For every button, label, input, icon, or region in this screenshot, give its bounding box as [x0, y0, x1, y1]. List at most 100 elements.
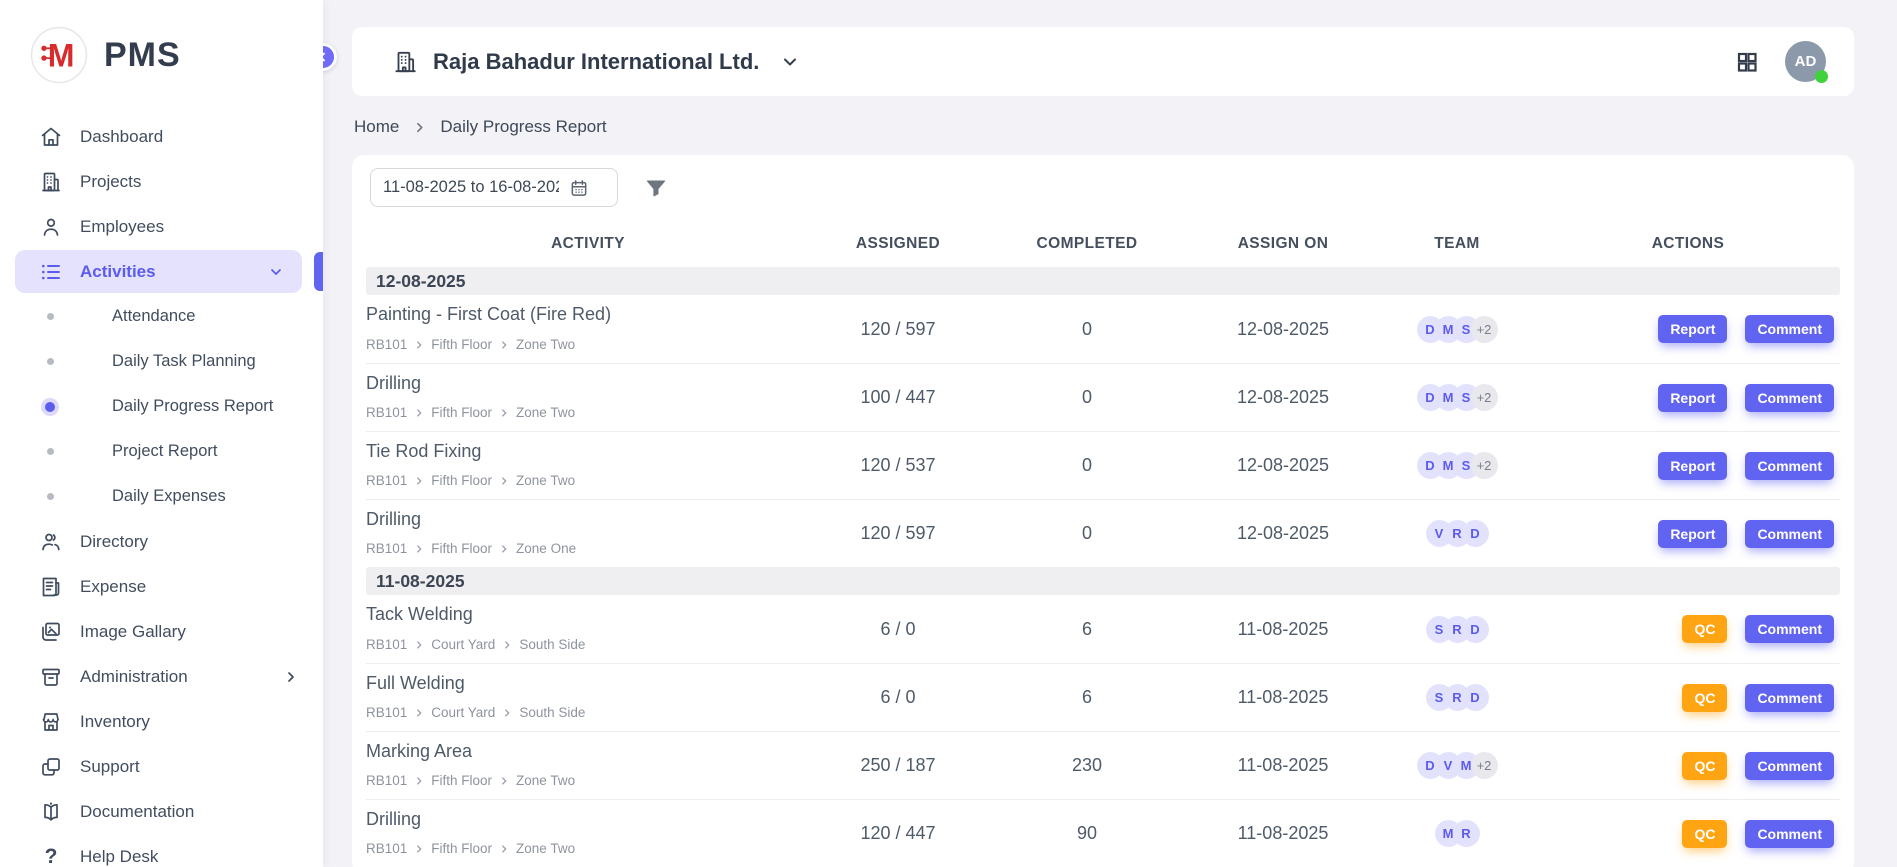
report-button[interactable]: Report — [1658, 315, 1727, 343]
sidebar-item-label: Activities — [80, 262, 156, 282]
list-icon — [38, 259, 64, 285]
comment-button[interactable]: Comment — [1745, 452, 1834, 480]
comment-button[interactable]: Comment — [1745, 520, 1834, 548]
sidebar-nav: Dashboard Projects Employees Activities … — [0, 108, 323, 867]
sidebar-item-label: Projects — [80, 172, 141, 192]
report-button[interactable]: Report — [1658, 520, 1727, 548]
apps-grid-icon[interactable] — [1735, 50, 1759, 74]
location-segment: Zone One — [516, 541, 576, 556]
report-button[interactable]: Report — [1658, 452, 1727, 480]
sidebar-subitem-daily-expenses[interactable]: Daily Expenses — [0, 474, 323, 519]
report-button[interactable]: Report — [1658, 384, 1727, 412]
comment-button[interactable]: Comment — [1745, 752, 1834, 780]
bullet-dot-icon — [41, 398, 59, 416]
activity-cell: Full Welding RB101Court YardSouth Side — [366, 664, 810, 731]
sidebar-item-inventory[interactable]: Inventory — [0, 699, 323, 744]
sidebar-item-label: Employees — [80, 217, 164, 237]
sidebar-item-label: Image Gallary — [80, 622, 186, 642]
chevron-right-icon — [499, 844, 509, 854]
date-range-input[interactable] — [383, 178, 559, 197]
assign-on-value: 11-08-2025 — [1188, 687, 1378, 708]
activity-location-breadcrumb: RB101Fifth FloorZone Two — [366, 773, 810, 788]
sidebar-item-expense[interactable]: Expense — [0, 564, 323, 609]
group-rows: Painting - First Coat (Fire Red) RB101Fi… — [366, 295, 1840, 567]
sidebar-item-label: Dashboard — [80, 127, 163, 147]
online-status-dot — [1815, 70, 1828, 83]
comment-button[interactable]: Comment — [1745, 684, 1834, 712]
chevron-right-icon — [414, 408, 424, 418]
filter-funnel-icon[interactable] — [644, 176, 668, 200]
chevron-right-icon — [414, 844, 424, 854]
sidebar-item-label: Administration — [80, 667, 188, 687]
row-actions: Report Comment — [1536, 384, 1840, 412]
sidebar-item-support[interactable]: Support — [0, 744, 323, 789]
chevron-right-icon — [502, 708, 512, 718]
user-avatar[interactable]: AD — [1785, 41, 1826, 82]
comment-button[interactable]: Comment — [1745, 315, 1834, 343]
report-card: ACTIVITYASSIGNEDCOMPLETEDASSIGN ONTEAMAC… — [352, 155, 1854, 867]
qc-button[interactable]: QC — [1682, 820, 1727, 848]
sidebar-item-dashboard[interactable]: Dashboard — [0, 114, 323, 159]
chevron-down-icon — [780, 52, 800, 72]
sidebar-item-label: Inventory — [80, 712, 150, 732]
location-segment: Court Yard — [431, 705, 495, 720]
sidebar-item-help-desk[interactable]: ? Help Desk — [0, 834, 323, 867]
comment-button[interactable]: Comment — [1745, 820, 1834, 848]
activity-cell: Tack Welding RB101Court YardSouth Side — [366, 595, 810, 663]
location-segment: Zone Two — [516, 841, 575, 856]
comment-button[interactable]: Comment — [1745, 615, 1834, 643]
comment-button[interactable]: Comment — [1745, 384, 1834, 412]
chevron-right-icon — [413, 121, 426, 134]
activity-location-breadcrumb: RB101Fifth FloorZone Two — [366, 337, 810, 352]
sidebar-subitem-project-report[interactable]: Project Report — [0, 429, 323, 474]
location-segment: Zone Two — [516, 473, 575, 488]
location-segment: RB101 — [366, 773, 407, 788]
sidebar-item-administration[interactable]: Administration — [0, 654, 323, 699]
building-icon — [392, 49, 418, 75]
location-segment: Fifth Floor — [431, 337, 492, 352]
qc-button[interactable]: QC — [1682, 684, 1727, 712]
qc-button[interactable]: QC — [1682, 615, 1727, 643]
sidebar-item-employees[interactable]: Employees — [0, 204, 323, 249]
team-avatar-more: +2 — [1471, 316, 1498, 343]
location-segment: RB101 — [366, 705, 407, 720]
filter-row — [370, 168, 1836, 207]
store-icon — [38, 709, 64, 735]
activity-title: Marking Area — [366, 741, 810, 762]
sidebar-item-activities[interactable]: Activities — [0, 249, 323, 294]
app-title: PMS — [104, 36, 181, 75]
completed-value: 0 — [986, 455, 1188, 476]
breadcrumb-home[interactable]: Home — [354, 117, 399, 137]
gallery-icon — [38, 619, 64, 645]
company-selector[interactable]: Raja Bahadur International Ltd. — [392, 49, 800, 75]
qc-button[interactable]: QC — [1682, 752, 1727, 780]
bullet-dot-icon — [41, 443, 59, 461]
chevron-right-icon — [414, 476, 424, 486]
chevron-right-icon — [414, 640, 424, 650]
column-header-team: TEAM — [1378, 235, 1536, 253]
assigned-value: 250 / 187 — [810, 755, 986, 776]
location-segment: RB101 — [366, 541, 407, 556]
table-row: Drilling RB101Fifth FloorZone One 120 / … — [366, 499, 1840, 567]
calendar-icon[interactable] — [569, 178, 589, 198]
activity-title: Drilling — [366, 509, 810, 530]
bullet-dot-icon — [41, 353, 59, 371]
team-avatar: R — [1453, 820, 1480, 847]
sidebar-subitem-daily-progress-report[interactable]: Daily Progress Report — [0, 384, 323, 429]
assign-on-value: 12-08-2025 — [1188, 523, 1378, 544]
sidebar-subitem-daily-task-planning[interactable]: Daily Task Planning — [0, 339, 323, 384]
sidebar-collapse-button[interactable] — [323, 43, 337, 71]
sidebar-item-projects[interactable]: Projects — [0, 159, 323, 204]
book-icon — [38, 799, 64, 825]
person-icon — [38, 214, 64, 240]
bullet-dot-icon — [41, 488, 59, 506]
sidebar-subitem-attendance[interactable]: Attendance — [0, 294, 323, 339]
assigned-value: 6 / 0 — [810, 687, 986, 708]
team-avatars: SRD — [1378, 684, 1536, 711]
date-range-field[interactable] — [370, 168, 618, 207]
sidebar-item-documentation[interactable]: Documentation — [0, 789, 323, 834]
sidebar-item-image-gallary[interactable]: Image Gallary — [0, 609, 323, 654]
team-avatars: VRD — [1378, 520, 1536, 547]
sidebar-item-directory[interactable]: Directory — [0, 519, 323, 564]
table-body: 12-08-2025 Painting - First Coat (Fire R… — [366, 267, 1840, 867]
